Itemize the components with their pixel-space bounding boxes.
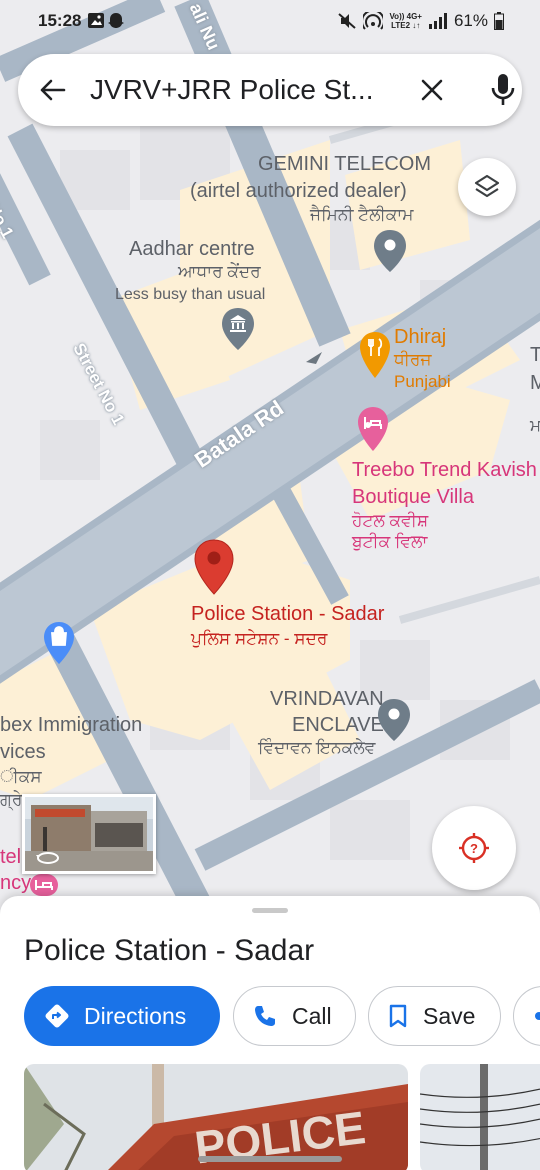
shopping-bag-icon[interactable] [42,620,76,666]
poi-vrindavan-name2: ENCLAVE [292,714,384,736]
bookmark-icon [389,1004,407,1028]
call-button[interactable]: Call [233,986,356,1046]
status-time: 15:28 [38,11,82,30]
search-bar[interactable]: JVRV+JRR Police St... [18,54,522,126]
poi-gemini-punjabi: ਜੈਮਿਨੀ ਟੈਲੀਕਾਮ [310,205,414,224]
poi-edge-line1: T [530,344,540,366]
hotspot-icon [363,12,384,30]
network-type: Vo)) 4G+ LTE2 ↓↑ [389,12,422,30]
map-view[interactable]: Batala Rd Street No 1 No 1 ali Nu GEMINI… [0,0,540,930]
vrindavan-location-pin-icon[interactable] [376,697,412,743]
status-left-icons [88,12,126,35]
hotel-cut-bed-icon [30,874,58,896]
government-building-icon[interactable] [220,306,256,352]
battery-percent: 61% [453,11,488,30]
gemini-location-pin-icon[interactable] [372,228,408,274]
phone-icon [255,1006,275,1026]
poi-treebo-punjabi1: ਹੋਟਲ ਕਵੀਸ਼ [352,511,429,530]
directions-label: Directions [84,1002,187,1029]
poi-police-name[interactable]: Police Station - Sadar [191,603,384,626]
mute-icon [338,13,357,29]
home-gesture-bar[interactable] [198,1156,342,1162]
poi-gemini-name[interactable]: GEMINI TELECOM [258,153,431,176]
map-layers-button[interactable] [458,158,516,216]
street-view-thumbnail[interactable] [22,794,156,874]
save-label: Save [423,1002,476,1029]
poi-aadhar-name[interactable]: Aadhar centre [129,238,255,261]
save-button[interactable]: Save [368,986,501,1046]
battery-icon [494,12,504,30]
poi-dhiraj-name[interactable]: Dhiraj [394,326,446,349]
hotel-bed-icon[interactable] [356,405,390,453]
poi-treebo-name[interactable]: Treebo Trend Kavish [352,459,537,482]
status-bar: 15:28 Vo)) 4G+ LTE2 ↓↑ 61% [0,0,540,42]
poi-hotel-cut2: ncy [0,872,32,894]
poi-aadhar-punjabi: ਆਧਾਰ ਕੇਂਦਰ [178,262,261,281]
search-query-text[interactable]: JVRV+JRR Police St... [90,74,380,106]
police-station-photo: POLICE [24,1064,408,1170]
place-title: Police Station - Sadar [24,934,315,967]
poi-treebo-name2: Boutique Villa [352,486,474,508]
location-unknown-icon: ? [459,833,489,863]
sheet-drag-handle[interactable] [252,908,288,913]
back-arrow-icon[interactable] [38,76,66,104]
call-label: Call [292,1002,332,1029]
signal-bars-icon [428,13,447,29]
gallery-snapchat-icon [88,13,124,28]
selected-place-red-pin-icon[interactable] [192,538,236,596]
more-actions-button[interactable] [513,986,540,1046]
status-right-icons: Vo)) 4G+ LTE2 ↓↑ 61% [337,11,504,31]
poi-vrindavan-name[interactable]: VRINDAVAN [270,688,384,711]
microphone-icon[interactable] [488,72,518,108]
place-photo-2[interactable] [420,1064,540,1170]
poi-immigration-punjabi1: ੀਕਸ [0,767,42,786]
directions-button[interactable]: Directions [24,986,220,1046]
poi-dhiraj-cuisine: Punjabi [394,372,451,391]
poi-treebo-punjabi2: ਬੁਟੀਕ ਵਿਲਾ [352,532,428,551]
poi-edge-line2: M [530,372,540,394]
poi-police-punjabi: ਪੁਲਿਸ ਸਟੇਸ਼ਨ - ਸਦਰ [191,629,328,648]
poi-aadhar-busy: Less busy than usual [115,286,266,303]
poi-dhiraj-punjabi: ਧੀਰਜ [394,350,432,369]
place-photo-1[interactable]: POLICE [24,1064,408,1170]
poi-hotel-cut1[interactable]: tel [0,846,21,869]
poi-immigration-sub: vices [0,741,46,763]
poi-vrindavan-punjabi: ਵਿੰਦਾਵਨ ਇਨਕਲੇਵ [258,738,376,757]
place-bottom-sheet[interactable]: Police Station - Sadar Directions Call S… [0,896,540,1170]
more-dot-icon [535,1012,540,1020]
restaurant-icon[interactable] [358,330,392,380]
poi-edge-line3: ਮ [530,416,540,435]
poi-gemini-sub: (airtel authorized dealer) [190,180,407,202]
poi-immigration-name[interactable]: bex Immigration [0,714,142,737]
clear-close-icon[interactable] [418,76,446,104]
rotate-360-icon [36,852,59,864]
directions-icon [45,1004,69,1028]
layers-icon [474,174,500,198]
power-lines-photo [420,1064,540,1170]
my-location-button[interactable]: ? [432,806,516,890]
svg-text:?: ? [470,841,478,856]
